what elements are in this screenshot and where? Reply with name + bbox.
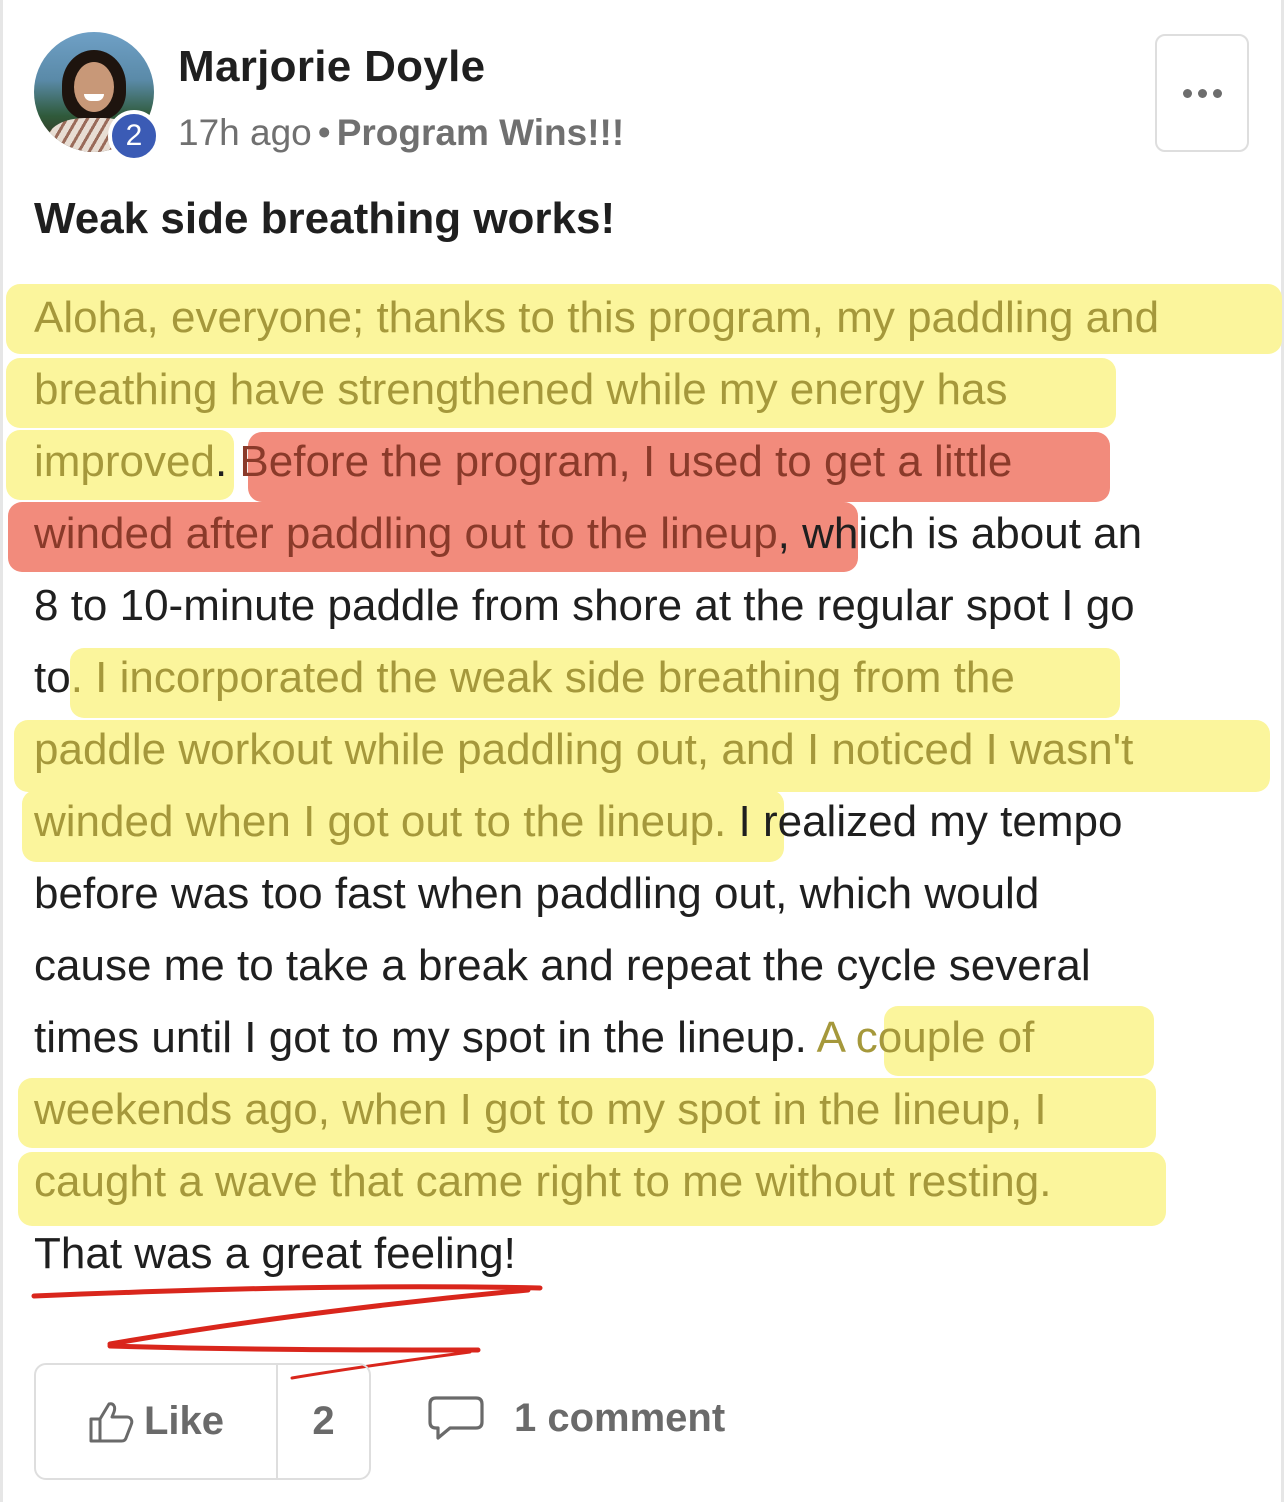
like-label: Like xyxy=(143,1399,225,1443)
comment-icon xyxy=(428,1396,484,1440)
thumbs-up-icon xyxy=(89,1401,134,1442)
red-ink-underline xyxy=(31,1284,543,1380)
like-button[interactable]: Like xyxy=(36,1365,278,1478)
like-group: Like 2 xyxy=(34,1363,371,1480)
comment-count: 1 comment xyxy=(514,1395,726,1440)
like-count[interactable]: 2 xyxy=(278,1365,369,1478)
comment-button[interactable]: 1 comment xyxy=(428,1395,725,1441)
